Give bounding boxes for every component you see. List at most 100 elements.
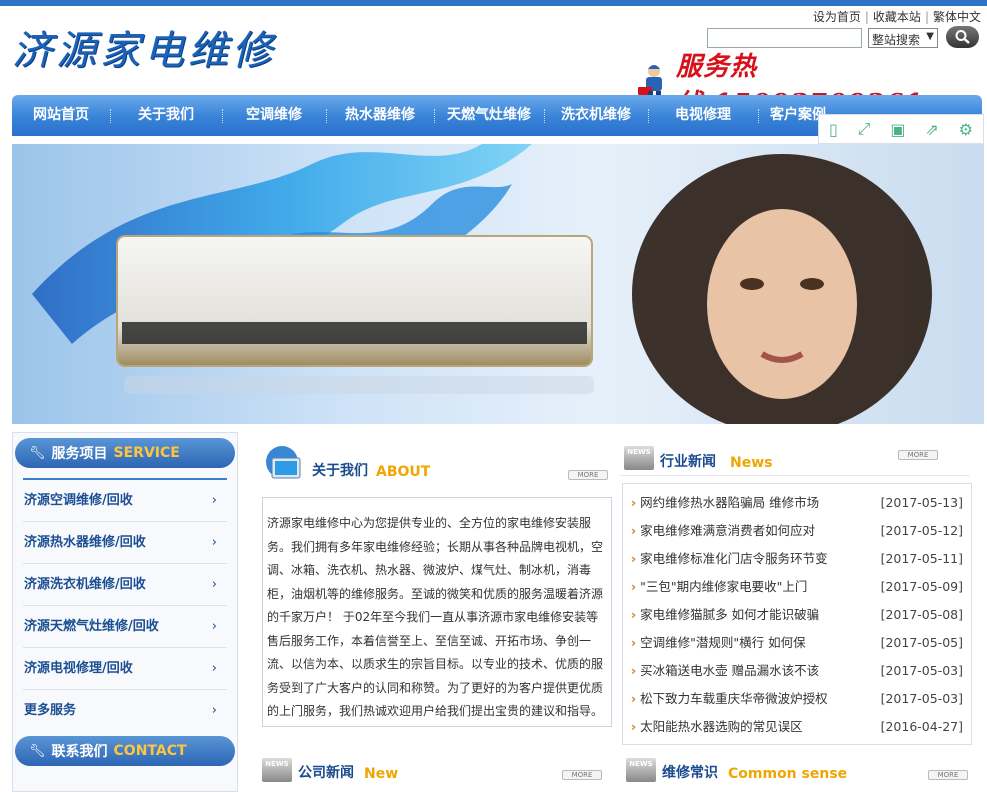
- contact-title-en: CONTACT: [113, 743, 187, 759]
- repair-tips-header: 维修常识 Common sense: [662, 762, 847, 782]
- contact-title: 联系我们: [51, 744, 108, 760]
- fullscreen-icon[interactable]: ⤢: [858, 119, 871, 139]
- traditional-chinese-link[interactable]: 繁体中文: [933, 10, 981, 24]
- services-header: 🔧︎ 服务项目 SERVICE: [15, 438, 235, 468]
- service-item-more[interactable]: 更多服务 ›: [23, 690, 227, 732]
- sidebar: 🔧︎ 服务项目 SERVICE 济源空调维修/回收 › 济源热水器维修/回收 › 济…: [12, 432, 238, 792]
- settings-icon[interactable]: ⚙: [959, 120, 973, 139]
- bookmark-link[interactable]: 收藏本站: [873, 10, 921, 24]
- search-icon: [955, 30, 970, 44]
- nav-washer[interactable]: 洗衣机维修: [544, 95, 648, 136]
- about-icon: [262, 442, 306, 486]
- news-title[interactable]: 太阳能热水器选购的常见误区: [631, 713, 803, 741]
- chevron-right-icon: ›: [211, 493, 217, 508]
- chevron-right-icon: ›: [211, 577, 217, 592]
- nav-about[interactable]: 关于我们: [110, 95, 222, 136]
- news-item[interactable]: "三包"期内维修家电要收"上门 [2017-05-09]: [631, 573, 963, 601]
- news-tag-icon: NEWS: [624, 446, 654, 470]
- service-item-label: 更多服务: [24, 703, 77, 718]
- news-date: [2017-05-03]: [880, 691, 963, 706]
- news-item[interactable]: 家电维修标准化门店令服务环节变 [2017-05-11]: [631, 545, 963, 573]
- news-item[interactable]: 太阳能热水器选购的常见误区 [2016-04-27]: [631, 713, 963, 741]
- set-homepage-link[interactable]: 设为首页: [813, 10, 861, 24]
- nav-ac-repair[interactable]: 空调维修: [222, 95, 326, 136]
- nav-water-heater[interactable]: 热水器维修: [326, 95, 434, 136]
- news-title[interactable]: 家电维修标准化门店令服务环节变: [631, 545, 828, 573]
- top-links: 设为首页 | 收藏本站 | 繁体中文: [812, 10, 981, 24]
- repair-tips-title-en: Common sense: [728, 766, 848, 782]
- news-date: [2017-05-12]: [880, 523, 963, 538]
- news-item[interactable]: 家电维修猫腻多 如何才能识破骗 [2017-05-08]: [631, 601, 963, 629]
- news-date: [2017-05-08]: [880, 607, 963, 622]
- about-text: 济源家电维修中心为您提供专业的、全方位的家电维修安装服务。我们拥有多年家电维修经…: [262, 497, 612, 727]
- nav-gas-stove[interactable]: 天燃气灶维修: [434, 95, 544, 136]
- news-item[interactable]: 家电维修难满意消费者如何应对 [2017-05-12]: [631, 517, 963, 545]
- repair-tips-title: 维修常识: [662, 765, 718, 781]
- wrench-icon: 🔧︎: [29, 445, 46, 461]
- hero-banner: [12, 144, 984, 424]
- nav-tv-repair[interactable]: 电视修理: [648, 95, 758, 136]
- news-title[interactable]: "三包"期内维修家电要收"上门: [631, 573, 807, 601]
- news-date: [2017-05-13]: [880, 495, 963, 510]
- news-item[interactable]: 松下致力车载重庆华帝微波炉授权 [2017-05-03]: [631, 685, 963, 713]
- repair-tips-more-button[interactable]: MORE: [928, 770, 968, 780]
- about-title-en: ABOUT: [376, 464, 431, 480]
- chevron-right-icon: ›: [211, 661, 217, 676]
- mobile-icon[interactable]: ▯: [829, 120, 838, 139]
- industry-news-more-button[interactable]: MORE: [898, 450, 938, 460]
- about-header: 关于我们 ABOUT: [312, 460, 430, 480]
- industry-news-list: 网约维修热水器陷骗局 维修市场 [2017-05-13] 家电维修难满意消费者如何…: [622, 483, 972, 745]
- banner-image: [32, 144, 932, 424]
- dropdown-arrow-icon: ▼: [926, 31, 934, 42]
- chevron-right-icon: ›: [211, 619, 217, 634]
- news-title[interactable]: 网约维修热水器陷骗局 维修市场: [631, 489, 819, 517]
- service-item-label: 济源热水器维修/回收: [24, 535, 146, 550]
- save-icon[interactable]: ▣: [890, 120, 905, 139]
- industry-news-header: 行业新闻 News: [660, 451, 772, 471]
- wrench-icon: 🔧︎: [29, 743, 46, 759]
- news-item[interactable]: 买冰箱送电水壶 赠品漏水该不该 [2017-05-03]: [631, 657, 963, 685]
- header-divider: [620, 475, 970, 476]
- service-item-water-heater[interactable]: 济源热水器维修/回收 ›: [23, 522, 227, 564]
- news-date: [2016-04-27]: [880, 719, 963, 734]
- services-title-en: SERVICE: [113, 445, 180, 461]
- service-item-label: 济源天燃气灶维修/回收: [24, 619, 159, 634]
- service-item-label: 济源电视修理/回收: [24, 661, 133, 676]
- chevron-right-icon: ›: [211, 535, 217, 550]
- service-item-label: 济源洗衣机维修/回收: [24, 577, 146, 592]
- search-scope-value: 整站搜索: [872, 33, 921, 47]
- news-date: [2017-05-11]: [880, 551, 963, 566]
- news-title[interactable]: 空调维修"潜规则"横行 如何保: [631, 629, 805, 657]
- news-item[interactable]: 网约维修热水器陷骗局 维修市场 [2017-05-13]: [631, 489, 963, 517]
- news-tag-icon: NEWS: [626, 758, 656, 782]
- nav-home[interactable]: 网站首页: [12, 95, 110, 136]
- site-logo[interactable]: 济源家电维修: [12, 18, 276, 76]
- news-title[interactable]: 买冰箱送电水壶 赠品漏水该不该: [631, 657, 819, 685]
- news-tag-icon: NEWS: [262, 758, 292, 782]
- company-news-title-en: New: [364, 766, 399, 782]
- about-title: 关于我们: [312, 463, 368, 479]
- search-scope-select[interactable]: 整站搜索 ▼: [868, 28, 938, 48]
- services-title: 服务项目: [51, 446, 108, 462]
- company-news-title: 公司新闻: [298, 765, 354, 781]
- company-news-more-button[interactable]: MORE: [562, 770, 602, 780]
- news-date: [2017-05-05]: [880, 635, 963, 650]
- top-accent-bar: [0, 0, 987, 6]
- search-button[interactable]: [946, 26, 979, 48]
- service-item-tv[interactable]: 济源电视修理/回收 ›: [23, 648, 227, 690]
- about-more-button[interactable]: MORE: [568, 470, 608, 480]
- service-item-label: 济源空调维修/回收: [24, 493, 133, 508]
- industry-news-title: 行业新闻: [660, 454, 716, 470]
- industry-news-title-en: News: [730, 455, 773, 471]
- news-item[interactable]: 空调维修"潜规则"横行 如何保 [2017-05-05]: [631, 629, 963, 657]
- news-title[interactable]: 家电维修猫腻多 如何才能识破骗: [631, 601, 819, 629]
- service-item-ac[interactable]: 济源空调维修/回收 ›: [23, 480, 227, 522]
- services-list: 济源空调维修/回收 › 济源热水器维修/回收 › 济源洗衣机维修/回收 › 济源天燃气…: [23, 478, 227, 732]
- chevron-right-icon: ›: [211, 703, 217, 718]
- service-item-washer[interactable]: 济源洗衣机维修/回收 ›: [23, 564, 227, 606]
- news-title[interactable]: 家电维修难满意消费者如何应对: [631, 517, 815, 545]
- search-input[interactable]: [707, 28, 862, 48]
- share-icon[interactable]: ⇗: [925, 120, 938, 139]
- news-title[interactable]: 松下致力车载重庆华帝微波炉授权: [631, 685, 828, 713]
- service-item-gas-stove[interactable]: 济源天燃气灶维修/回收 ›: [23, 606, 227, 648]
